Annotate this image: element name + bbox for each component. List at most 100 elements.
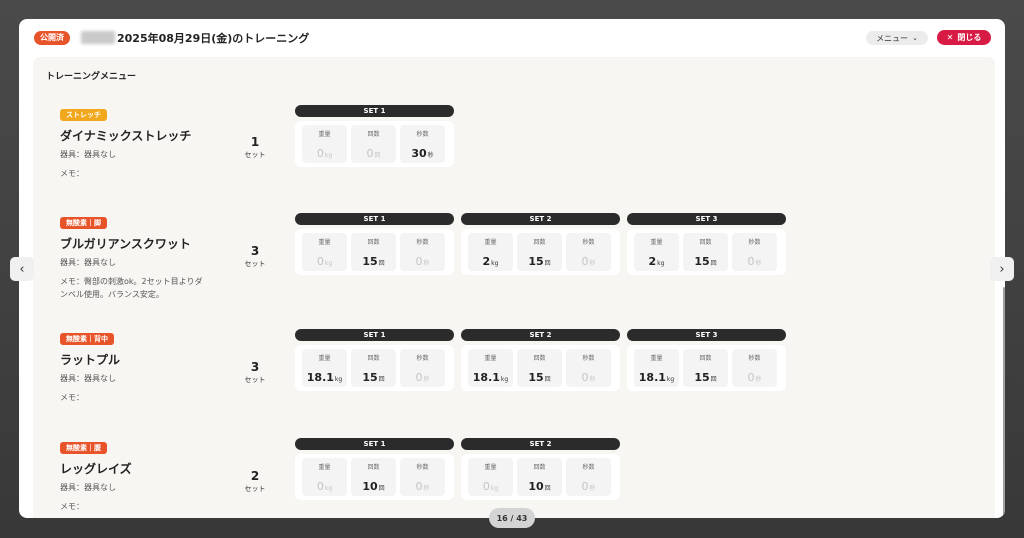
- reps-value: 10: [528, 480, 544, 493]
- reps-cell: 回数 10回: [351, 458, 396, 496]
- weight-unit: kg: [657, 260, 665, 267]
- set-values: 重量 18.1kg 回数 15回 秒数 0秒: [295, 345, 454, 391]
- reps-value: 0: [366, 147, 374, 160]
- weight-cell: 重量 2kg: [468, 233, 513, 271]
- next-page-button[interactable]: ›: [990, 257, 1014, 281]
- reps-value: 15: [694, 371, 710, 384]
- scrollbar[interactable]: [1003, 287, 1005, 517]
- weight-unit: kg: [324, 152, 333, 159]
- seconds-cell: 秒数 30秒: [400, 125, 445, 163]
- close-button[interactable]: ✕ 閉じる: [937, 30, 991, 45]
- weight-cell: 重量 0kg: [302, 233, 347, 271]
- weight-value: 18.1: [306, 371, 334, 384]
- seconds-value: 0: [747, 371, 755, 384]
- reps-label: 回数: [367, 464, 380, 471]
- weight-value: 18.1: [472, 371, 500, 384]
- weight-value: 0: [482, 480, 490, 493]
- set-count-number: 1: [250, 135, 260, 149]
- reps-value: 15: [694, 255, 710, 268]
- exercise-row: 無酸素｜背中 ラットプル 器具：器具なし メモ： 3 セット SET 1 重量 18.…: [33, 329, 995, 433]
- exercise-memo: メモ：: [60, 393, 84, 402]
- weight-label: 重量: [650, 239, 663, 246]
- set-card: SET 2 重量 0kg 回数 10回 秒数 0秒: [461, 438, 620, 500]
- seconds-value: 0: [581, 255, 589, 268]
- weight-unit: kg: [324, 485, 333, 492]
- category-badge: ストレッチ: [60, 109, 107, 121]
- weight-unit: kg: [490, 485, 499, 492]
- reps-unit: 回: [374, 152, 381, 159]
- exercise-name: ラットプル: [60, 353, 121, 367]
- menu-button-label: メニュー: [876, 33, 909, 43]
- weight-unit: kg: [666, 376, 675, 383]
- seconds-unit: 秒: [589, 376, 596, 383]
- reps-unit: 回: [710, 376, 717, 383]
- set-count-unit: セット: [244, 260, 266, 268]
- weight-label: 重量: [650, 355, 663, 362]
- seconds-cell: 秒数 0秒: [400, 349, 445, 387]
- training-menu-panel: トレーニングメニュー ストレッチ ダイナミックストレッチ 器具：器具なし メモ： 1 …: [33, 57, 995, 518]
- seconds-value: 0: [415, 480, 423, 493]
- category-badge: 無酸素｜脚: [60, 217, 107, 229]
- set-header: SET 1: [295, 213, 454, 225]
- reps-unit: 回: [544, 376, 551, 383]
- exercise-name: レッグレイズ: [60, 462, 132, 476]
- weight-cell: 重量 0kg: [302, 125, 347, 163]
- seconds-cell: 秒数 0秒: [732, 349, 777, 387]
- seconds-label: 秒数: [416, 464, 429, 471]
- weight-label: 重量: [484, 464, 497, 471]
- blurred-user-name: [81, 31, 115, 44]
- close-button-label: 閉じる: [957, 33, 982, 42]
- set-values: 重量 0kg 回数 0回 秒数 30秒: [295, 121, 454, 167]
- reps-label: 回数: [533, 239, 546, 246]
- reps-cell: 回数 15回: [683, 349, 728, 387]
- exercise-memo: メモ：: [60, 169, 84, 178]
- page-indicator: 16 / 43: [489, 508, 535, 528]
- weight-label: 重量: [318, 239, 331, 246]
- menu-button[interactable]: メニュー ⌄: [866, 31, 928, 45]
- weight-value: 0: [316, 255, 324, 268]
- reps-label: 回数: [533, 355, 546, 362]
- seconds-unit: 秒: [589, 485, 596, 492]
- weight-value: 0: [316, 480, 324, 493]
- training-detail-modal: 公開済 2025年08月29日(金)のトレーニング メニュー ⌄ ✕ 閉じる ト…: [19, 19, 1005, 518]
- reps-cell: 回数 15回: [517, 233, 562, 271]
- weight-label: 重量: [318, 464, 331, 471]
- seconds-value: 0: [581, 480, 589, 493]
- chevron-down-icon: ⌄: [912, 34, 918, 42]
- reps-cell: 回数 15回: [351, 233, 396, 271]
- set-card: SET 1 重量 0kg 回数 15回 秒数 0秒: [295, 213, 454, 275]
- seconds-cell: 秒数 0秒: [400, 458, 445, 496]
- set-count: 3 セット: [240, 360, 270, 385]
- reps-cell: 回数 15回: [683, 233, 728, 271]
- set-header: SET 1: [295, 105, 454, 117]
- set-header: SET 2: [461, 213, 620, 225]
- exercise-equipment: 器具：器具なし: [60, 483, 116, 492]
- reps-unit: 回: [378, 260, 385, 267]
- weight-unit: kg: [334, 376, 343, 383]
- seconds-label: 秒数: [582, 239, 595, 246]
- seconds-label: 秒数: [582, 464, 595, 471]
- chevron-left-icon: ‹: [19, 261, 25, 277]
- weight-value: 18.1: [638, 371, 666, 384]
- reps-value: 15: [528, 371, 544, 384]
- reps-cell: 回数 0回: [351, 125, 396, 163]
- seconds-label: 秒数: [748, 355, 761, 362]
- set-card: SET 1 重量 18.1kg 回数 15回 秒数 0秒: [295, 329, 454, 391]
- close-icon: ✕: [946, 33, 954, 42]
- set-header: SET 3: [627, 213, 786, 225]
- seconds-label: 秒数: [416, 131, 429, 138]
- exercise-row: 無酸素｜腹 レッグレイズ 器具：器具なし メモ： 2 セット SET 1 重量 0kg…: [33, 438, 995, 518]
- seconds-label: 秒数: [582, 355, 595, 362]
- set-card: SET 1 重量 0kg 回数 10回 秒数 0秒: [295, 438, 454, 500]
- set-count-number: 3: [250, 244, 260, 258]
- seconds-cell: 秒数 0秒: [732, 233, 777, 271]
- weight-label: 重量: [484, 239, 497, 246]
- prev-page-button[interactable]: ‹: [10, 257, 34, 281]
- seconds-value: 30: [411, 147, 427, 160]
- exercise-equipment: 器具：器具なし: [60, 374, 116, 383]
- weight-label: 重量: [318, 355, 331, 362]
- set-count-unit: セット: [244, 376, 266, 384]
- weight-unit: kg: [491, 260, 499, 267]
- seconds-unit: 秒: [423, 376, 430, 383]
- set-count: 3 セット: [240, 244, 270, 269]
